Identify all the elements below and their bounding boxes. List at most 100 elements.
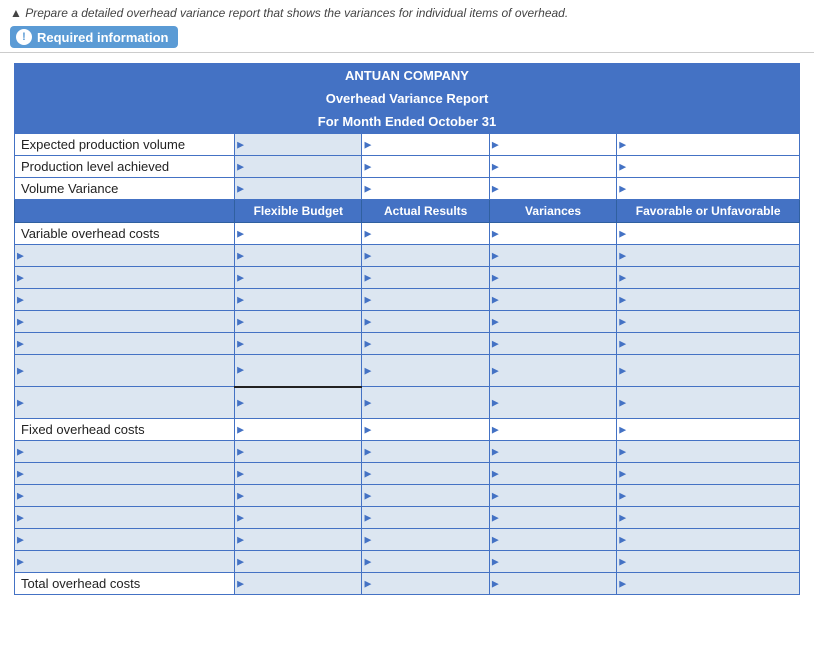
col-flexible-budget: Flexible Budget — [235, 200, 362, 223]
var-col4-6[interactable] — [617, 355, 800, 387]
var-col2-4[interactable] — [362, 311, 489, 333]
fixed-label-5[interactable] — [15, 529, 235, 551]
var-col2-6[interactable] — [362, 355, 489, 387]
var-label-4[interactable] — [15, 311, 235, 333]
fixed-col1-2[interactable] — [235, 463, 362, 485]
top-notice: ▲ Prepare a detailed overhead variance r… — [10, 6, 804, 20]
var-col2-7[interactable] — [362, 387, 489, 419]
fixed-col2-2[interactable] — [362, 463, 489, 485]
var-col1-4[interactable] — [235, 311, 362, 333]
fixed-col1-1[interactable] — [235, 441, 362, 463]
var-label-2[interactable] — [15, 267, 235, 289]
var-col1-2[interactable] — [235, 267, 362, 289]
fixed-label-1[interactable] — [15, 441, 235, 463]
var-col1-7[interactable] — [235, 387, 362, 419]
fixed-col4-1[interactable] — [617, 441, 800, 463]
var-col1-6[interactable] — [235, 355, 362, 387]
var-col3-5[interactable] — [489, 333, 616, 355]
fixed-col1-4[interactable] — [235, 507, 362, 529]
col-actual-results: Actual Results — [362, 200, 489, 223]
volume-variance-input3 — [489, 178, 616, 200]
production-level-input4 — [617, 156, 800, 178]
fixed-col2-1[interactable] — [362, 441, 489, 463]
fixed-row-4 — [15, 507, 800, 529]
fixed-col4-4[interactable] — [617, 507, 800, 529]
total-col2[interactable] — [362, 573, 489, 595]
var-col2-5[interactable] — [362, 333, 489, 355]
var-col1-5[interactable] — [235, 333, 362, 355]
fixed-row-3 — [15, 485, 800, 507]
variable-section-col1 — [235, 223, 362, 245]
var-row-4 — [15, 311, 800, 333]
fixed-row-1 — [15, 441, 800, 463]
fixed-col3-4[interactable] — [489, 507, 616, 529]
var-col4-2[interactable] — [617, 267, 800, 289]
fixed-col2-5[interactable] — [362, 529, 489, 551]
var-col3-3[interactable] — [489, 289, 616, 311]
var-col2-1[interactable] — [362, 245, 489, 267]
var-col3-4[interactable] — [489, 311, 616, 333]
report-table: ANTUAN COMPANY Overhead Variance Report … — [14, 63, 800, 595]
fixed-col4-2[interactable] — [617, 463, 800, 485]
expected-production-input3 — [489, 134, 616, 156]
fixed-col3-1[interactable] — [489, 441, 616, 463]
var-col1-3[interactable] — [235, 289, 362, 311]
expected-production-input4 — [617, 134, 800, 156]
var-label-6[interactable] — [15, 355, 235, 387]
production-level-input[interactable] — [235, 156, 362, 178]
var-row-6 — [15, 355, 800, 387]
fixed-col1-3[interactable] — [235, 485, 362, 507]
fixed-label-2[interactable] — [15, 463, 235, 485]
production-level-label: Production level achieved — [15, 156, 235, 178]
fixed-row-2 — [15, 463, 800, 485]
var-col3-6[interactable] — [489, 355, 616, 387]
total-col1[interactable] — [235, 573, 362, 595]
var-label-5[interactable] — [15, 333, 235, 355]
var-row-5 — [15, 333, 800, 355]
fixed-col2-4[interactable] — [362, 507, 489, 529]
var-col4-1[interactable] — [617, 245, 800, 267]
fixed-col3-2[interactable] — [489, 463, 616, 485]
fixed-section-col3 — [489, 419, 616, 441]
subtitle-row: Overhead Variance Report — [15, 87, 800, 110]
var-col4-3[interactable] — [617, 289, 800, 311]
main-content: ANTUAN COMPANY Overhead Variance Report … — [0, 53, 814, 605]
var-label-3[interactable] — [15, 289, 235, 311]
col-variances: Variances — [489, 200, 616, 223]
fixed-col4-6[interactable] — [617, 551, 800, 573]
fixed-label-3[interactable] — [15, 485, 235, 507]
fixed-col2-6[interactable] — [362, 551, 489, 573]
fixed-col1-5[interactable] — [235, 529, 362, 551]
fixed-col1-6[interactable] — [235, 551, 362, 573]
total-col3[interactable] — [489, 573, 616, 595]
var-col3-2[interactable] — [489, 267, 616, 289]
expected-production-label: Expected production volume — [15, 134, 235, 156]
expected-production-row: Expected production volume — [15, 134, 800, 156]
col-favorable: Favorable or Unfavorable — [617, 200, 800, 223]
production-level-input2 — [362, 156, 489, 178]
var-label-7[interactable] — [15, 387, 235, 419]
fixed-label-6[interactable] — [15, 551, 235, 573]
var-col4-5[interactable] — [617, 333, 800, 355]
report-title: ANTUAN COMPANY — [15, 64, 800, 88]
var-col3-1[interactable] — [489, 245, 616, 267]
var-col2-3[interactable] — [362, 289, 489, 311]
fixed-col3-3[interactable] — [489, 485, 616, 507]
var-col3-7[interactable] — [489, 387, 616, 419]
var-col4-7[interactable] — [617, 387, 800, 419]
expected-production-input[interactable] — [235, 134, 362, 156]
var-col2-2[interactable] — [362, 267, 489, 289]
fixed-col4-3[interactable] — [617, 485, 800, 507]
variable-section-row: Variable overhead costs — [15, 223, 800, 245]
fixed-col2-3[interactable] — [362, 485, 489, 507]
variable-section-label: Variable overhead costs — [15, 223, 235, 245]
var-col1-1[interactable] — [235, 245, 362, 267]
fixed-col3-5[interactable] — [489, 529, 616, 551]
fixed-label-4[interactable] — [15, 507, 235, 529]
fixed-col4-5[interactable] — [617, 529, 800, 551]
fixed-col3-6[interactable] — [489, 551, 616, 573]
volume-variance-input[interactable] — [235, 178, 362, 200]
var-label-1[interactable] — [15, 245, 235, 267]
total-col4[interactable] — [617, 573, 800, 595]
var-col4-4[interactable] — [617, 311, 800, 333]
